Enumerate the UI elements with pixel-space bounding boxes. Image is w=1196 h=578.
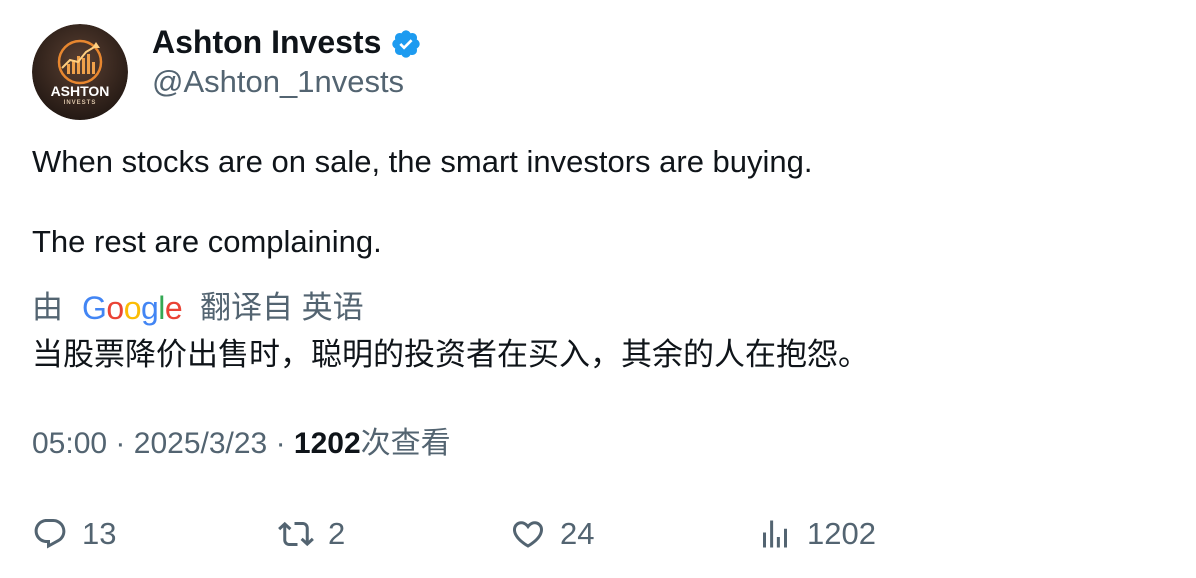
tweet-meta: 05:00 · 2025/3/23 · 1202次查看 <box>32 424 451 464</box>
meta-separator: · <box>275 427 286 460</box>
tweet-date[interactable]: 2025/3/23 <box>134 427 267 460</box>
tweet-card: ASHTON INVESTS Ashton Invests @Ashton_1n… <box>0 0 1196 578</box>
like-count: 24 <box>560 516 595 551</box>
translated-from-label[interactable]: 翻译自 英语 <box>200 288 364 328</box>
analytics-icon <box>763 520 787 548</box>
retweet-count: 2 <box>328 516 346 551</box>
avatar-subtitle: INVESTS <box>64 100 97 106</box>
avatar[interactable]: ASHTON INVESTS <box>32 24 128 120</box>
display-name[interactable]: Ashton Invests <box>152 22 381 62</box>
user-handle[interactable]: @Ashton_1nvests <box>152 62 404 102</box>
tweet-text-line: The rest are complaining. <box>32 224 382 259</box>
ashton-logo-icon: ASHTON INVESTS <box>32 24 128 120</box>
heart-icon <box>512 521 544 548</box>
views-button[interactable]: 1202 <box>757 510 876 558</box>
tweet-text-line: When stocks are on sale, the smart inves… <box>32 144 813 179</box>
retweet-icon <box>278 521 314 547</box>
views-label: 次查看 <box>360 427 451 460</box>
action-bar: 13 2 24 1202 <box>0 510 1196 558</box>
retweet-button[interactable]: 2 <box>278 510 345 558</box>
meta-separator: · <box>115 427 126 460</box>
translated-text: 当股票降价出售时，聪明的投资者在买入，其余的人在抱怨。 <box>32 337 869 372</box>
reply-button[interactable]: 13 <box>32 510 116 558</box>
reply-count: 13 <box>82 516 117 551</box>
tweet-time[interactable]: 05:00 <box>32 427 107 460</box>
verified-badge-icon[interactable] <box>390 28 422 60</box>
views-count: 1202 <box>293 427 361 460</box>
reply-icon <box>34 519 66 549</box>
google-logo-icon: Google <box>82 290 183 326</box>
like-button[interactable]: 24 <box>510 510 594 558</box>
views-action-count: 1202 <box>807 516 876 551</box>
translated-by-label: 由 <box>32 290 63 325</box>
avatar-title: ASHTON <box>51 83 110 99</box>
